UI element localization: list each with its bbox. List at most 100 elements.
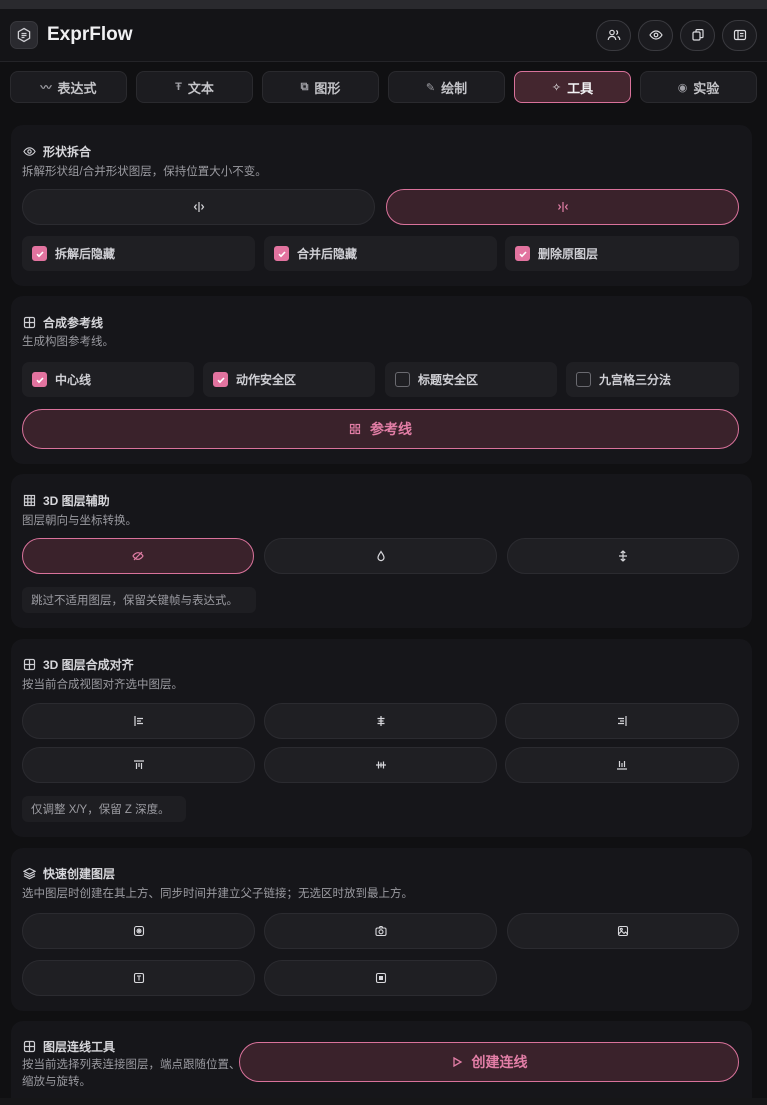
checkbox-box[interactable] bbox=[395, 372, 410, 387]
align3d-section: 3D 图层合成对齐 按当前合成视图对齐选中图层。 仅调整 X/Y，保留 Z 深度… bbox=[11, 639, 752, 837]
window-top-strip bbox=[0, 0, 767, 9]
section-description: 选中图层时创建在其上方、同步时间并建立父子链接；无选区时放到最上方。 bbox=[22, 888, 413, 900]
eye-icon: ◉ bbox=[677, 81, 688, 94]
align-right-icon bbox=[616, 715, 628, 727]
coordinate-convert-button[interactable] bbox=[264, 538, 497, 574]
tab-lab[interactable]: ◉ 实验 bbox=[640, 71, 757, 103]
tab-draw[interactable]: ✎ 绘制 bbox=[388, 71, 505, 103]
create-solid-layer-button[interactable] bbox=[264, 960, 497, 996]
tab-shape[interactable]: ⧉ 图形 bbox=[262, 71, 379, 103]
section-description: 图层朝向与坐标转换。 bbox=[22, 515, 137, 527]
text-layer-icon bbox=[133, 972, 145, 984]
play-icon bbox=[451, 1056, 463, 1068]
camera-icon bbox=[374, 925, 387, 937]
checkbox-delete-original[interactable]: 删除原图层 bbox=[505, 236, 739, 271]
section-description: 按当前合成视图对齐选中图层。 bbox=[22, 679, 183, 691]
align-left-icon bbox=[133, 715, 145, 727]
tab-expression[interactable]: 〰表达式 bbox=[10, 71, 127, 103]
align-left-button[interactable] bbox=[22, 703, 255, 739]
tab-tools[interactable]: ✧ 工具 bbox=[514, 71, 631, 103]
checkbox-label: 标题安全区 bbox=[418, 373, 479, 387]
section-header: 快速创建图层 bbox=[23, 865, 115, 882]
app-header: ExprFlow bbox=[0, 9, 767, 62]
align-vertical-center-button[interactable] bbox=[264, 747, 497, 783]
image-icon bbox=[617, 925, 629, 937]
shape-split-section: 形状拆合 拆解形状组/合并形状图层，保持位置大小不变。 拆解后隐藏 合并后隐藏 … bbox=[11, 125, 752, 286]
preview-button[interactable] bbox=[638, 19, 673, 51]
grid-icon bbox=[23, 316, 36, 329]
tab-label: 绘制 bbox=[441, 80, 468, 96]
text-icon: Ŧ bbox=[175, 81, 182, 93]
section-header: 3D 图层辅助 bbox=[23, 492, 110, 509]
split-icon bbox=[193, 201, 205, 213]
section-header: 形状拆合 bbox=[23, 143, 91, 160]
section-header: 图层连线工具 bbox=[23, 1038, 115, 1055]
align-bottom-button[interactable] bbox=[505, 747, 739, 783]
checkbox-action-safe[interactable]: 动作安全区 bbox=[203, 362, 375, 397]
create-camera-layer-button[interactable] bbox=[264, 913, 497, 949]
orient-layer-button[interactable] bbox=[22, 538, 254, 574]
checkbox-label: 动作安全区 bbox=[236, 373, 297, 387]
shape-icon: ⧉ bbox=[300, 80, 309, 93]
checkbox-box[interactable] bbox=[274, 246, 289, 261]
create-image-layer-button[interactable] bbox=[507, 913, 739, 949]
create-guides-button[interactable]: 参考线 bbox=[22, 409, 739, 449]
bottom-edge bbox=[0, 1098, 767, 1105]
checkbox-hide-after-merge[interactable]: 合并后隐藏 bbox=[264, 236, 497, 271]
checkbox-label: 合并后隐藏 bbox=[297, 247, 358, 261]
layer3d-section: 3D 图层辅助 图层朝向与坐标转换。 跳过不适用图层，保留关键帧与表达式。 bbox=[11, 474, 752, 628]
eye-icon bbox=[648, 28, 663, 42]
checkbox-hide-after-split[interactable]: 拆解后隐藏 bbox=[22, 236, 255, 271]
checkbox-label: 九宫格三分法 bbox=[599, 373, 672, 387]
grid-icon bbox=[349, 423, 361, 435]
copy-icon bbox=[691, 28, 705, 42]
checkbox-label: 中心线 bbox=[55, 373, 92, 387]
duplicate-button[interactable] bbox=[680, 19, 715, 51]
tab-label: 文本 bbox=[187, 80, 214, 96]
button-label: 参考线 bbox=[370, 421, 412, 437]
layer3d-note: 跳过不适用图层，保留关键帧与表达式。 bbox=[22, 587, 256, 613]
panel-button[interactable] bbox=[722, 19, 757, 51]
checkbox-box[interactable] bbox=[32, 246, 47, 261]
align-right-button[interactable] bbox=[505, 703, 739, 739]
section-header: 3D 图层合成对齐 bbox=[23, 656, 134, 673]
create-connection-button[interactable]: 创建连线 bbox=[239, 1042, 739, 1082]
section-title: 3D 图层合成对齐 bbox=[43, 658, 134, 672]
checkbox-title-safe[interactable]: 标题安全区 bbox=[385, 362, 557, 397]
checkbox-box[interactable] bbox=[576, 372, 591, 387]
checkbox-rule-of-thirds[interactable]: 九宫格三分法 bbox=[566, 362, 739, 397]
align3d-note: 仅调整 X/Y，保留 Z 深度。 bbox=[22, 796, 186, 822]
tab-text[interactable]: Ŧ 文本 bbox=[136, 71, 253, 103]
checkbox-box[interactable] bbox=[213, 372, 228, 387]
align-center-vertical-icon bbox=[375, 759, 387, 771]
tab-label: 图形 bbox=[314, 80, 341, 96]
checkbox-box[interactable] bbox=[515, 246, 530, 261]
create-null-layer-button[interactable] bbox=[22, 913, 255, 949]
checkbox-label: 删除原图层 bbox=[538, 247, 599, 261]
app-title: ExprFlow bbox=[47, 24, 133, 45]
merge-shapes-button[interactable] bbox=[386, 189, 739, 225]
vertical-flip-button[interactable] bbox=[507, 538, 739, 574]
section-title: 图层连线工具 bbox=[43, 1040, 116, 1054]
app-logo-icon bbox=[10, 21, 38, 49]
checkbox-center-line[interactable]: 中心线 bbox=[22, 362, 194, 397]
checkbox-box[interactable] bbox=[32, 372, 47, 387]
users-icon bbox=[607, 28, 621, 42]
tab-label: 工具 bbox=[567, 80, 594, 96]
section-description: 生成构图参考线。 bbox=[22, 336, 114, 348]
guides-section: 合成参考线 生成构图参考线。 中心线 动作安全区 标题安全区 九宫格三分法 参考… bbox=[11, 296, 752, 464]
split-shapes-button[interactable] bbox=[22, 189, 375, 225]
table-grid-icon bbox=[23, 494, 36, 507]
draw-icon: ✎ bbox=[425, 81, 436, 94]
connect-section: 图层连线工具 按当前选择列表连接图层，端点跟随位置、缩放与旋转。 创建连线 bbox=[11, 1021, 752, 1105]
section-title: 3D 图层辅助 bbox=[43, 494, 110, 508]
grid-icon bbox=[23, 1040, 36, 1053]
checkbox-label: 拆解后隐藏 bbox=[55, 247, 116, 261]
layers-icon bbox=[23, 867, 36, 880]
create-text-layer-button[interactable] bbox=[22, 960, 255, 996]
align-center-horizontal-icon bbox=[375, 715, 387, 727]
section-title: 合成参考线 bbox=[43, 316, 104, 330]
align-top-button[interactable] bbox=[22, 747, 255, 783]
align-horizontal-center-button[interactable] bbox=[264, 703, 497, 739]
users-button[interactable] bbox=[596, 19, 631, 51]
